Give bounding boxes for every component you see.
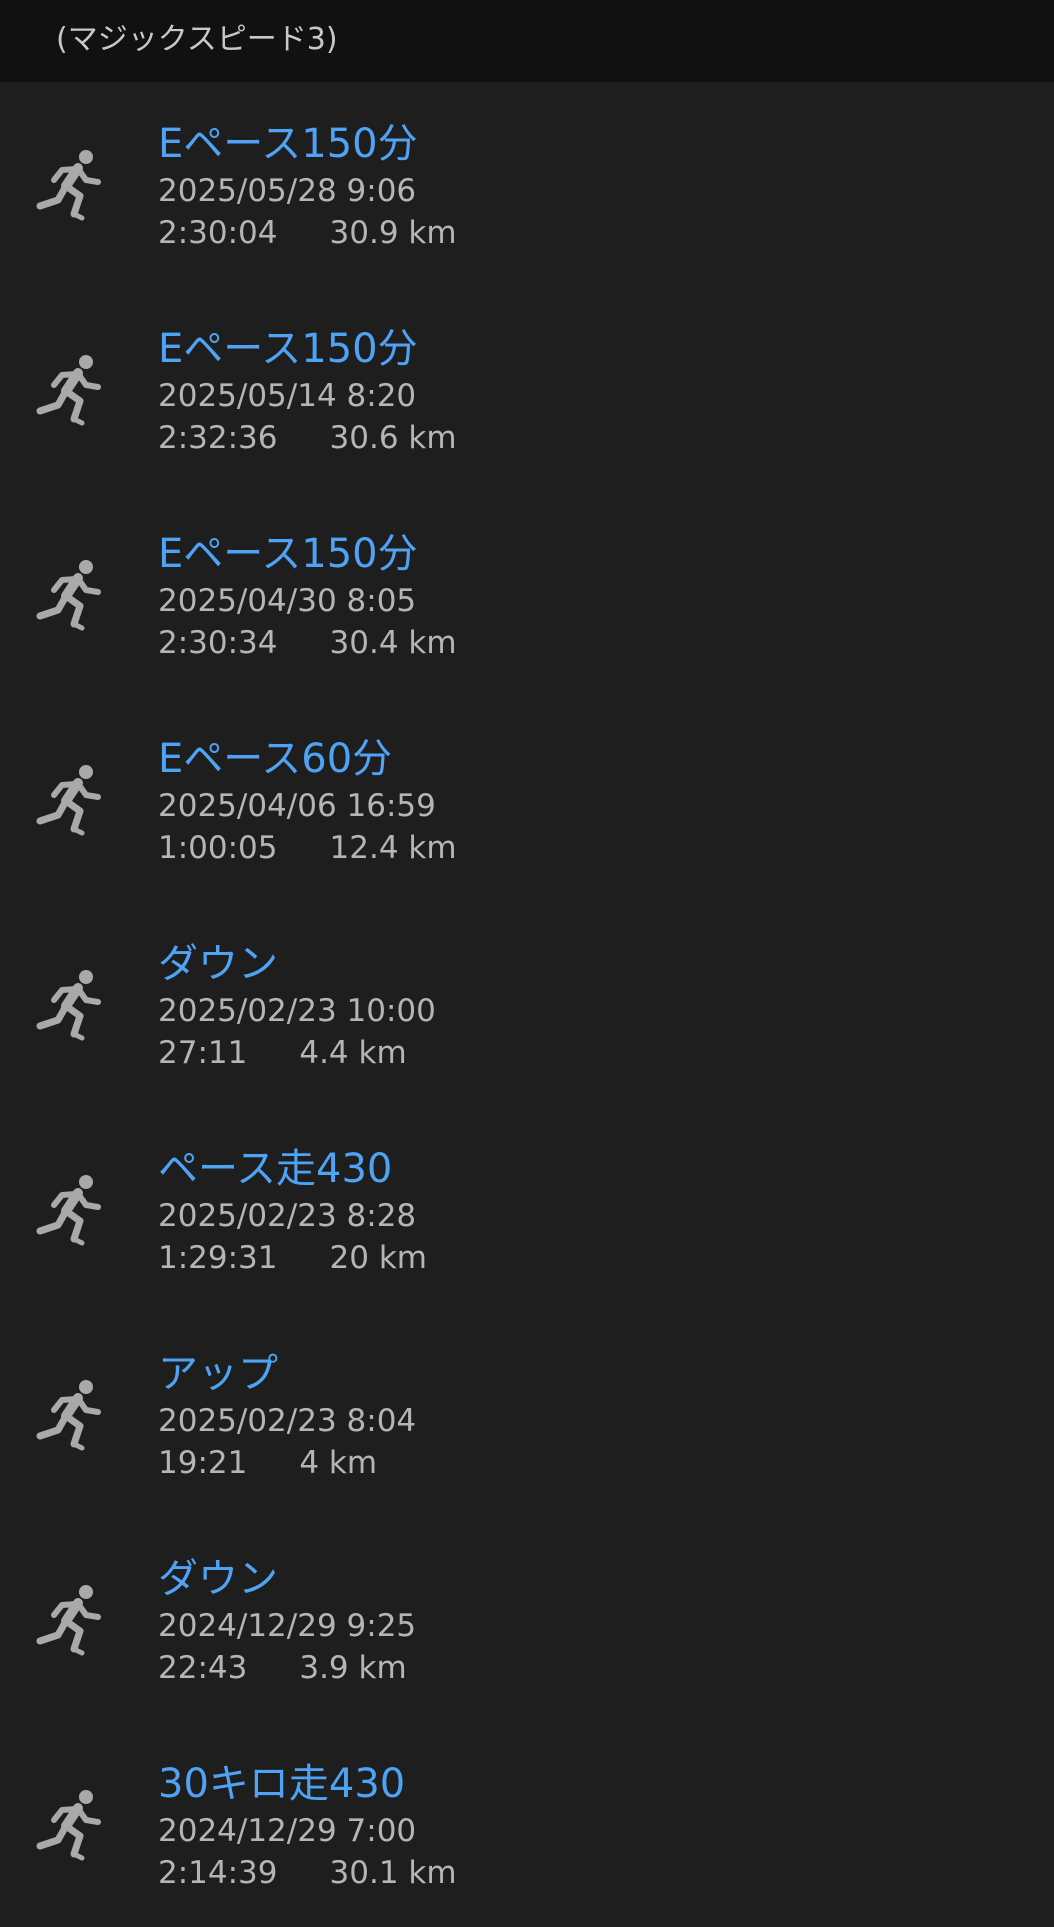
activity-title: Eペース150分	[158, 121, 418, 167]
running-person-icon	[36, 1788, 106, 1862]
activity-stats: 2:30:04 30.9 km	[158, 214, 457, 252]
activity-duration: 2:30:04	[158, 215, 278, 251]
activity-title: ダウン	[158, 941, 278, 987]
activity-date: 2025/05/14 8:20	[158, 378, 417, 414]
activity-title: Eペース150分	[158, 531, 418, 577]
running-person-icon	[36, 1583, 106, 1657]
activity-row[interactable]: アップ 2025/02/23 8:04 19:21 4 km	[0, 1312, 1054, 1517]
activity-distance: 4 km	[299, 1445, 378, 1481]
activity-distance: 30.6 km	[329, 420, 457, 456]
running-person-icon	[36, 968, 106, 1042]
activity-date: 2025/04/06 16:59	[158, 788, 436, 824]
activity-stats: 27:11 4.4 km	[158, 1034, 407, 1072]
running-person-icon	[36, 763, 106, 837]
activity-duration: 19:21	[158, 1445, 248, 1481]
activity-title: Eペース60分	[158, 736, 393, 782]
activity-date: 2025/02/23 10:00	[158, 993, 436, 1029]
running-person-icon	[36, 353, 106, 427]
activity-distance: 12.4 km	[329, 830, 457, 866]
activity-row[interactable]: Eペース150分 2025/05/28 9:06 2:30:04 30.9 km	[0, 82, 1054, 287]
activity-row[interactable]: 30キロ走430 2024/12/29 7:00 2:14:39 30.1 km	[0, 1722, 1054, 1927]
activity-title: ダウン	[158, 1556, 278, 1602]
running-person-icon	[36, 558, 106, 632]
activity-date: 2024/12/29 7:00	[158, 1813, 417, 1849]
activity-stats: 19:21 4 km	[158, 1444, 377, 1482]
activity-date: 2025/02/23 8:28	[158, 1198, 417, 1234]
activity-title: 30キロ走430	[158, 1761, 406, 1807]
activity-duration: 1:29:31	[158, 1240, 278, 1276]
running-person-icon	[36, 1378, 106, 1452]
activity-row[interactable]: Eペース60分 2025/04/06 16:59 1:00:05 12.4 km	[0, 697, 1054, 902]
activity-distance: 3.9 km	[299, 1650, 407, 1686]
running-person-icon	[36, 148, 106, 222]
header-title: (マジックスピード3)	[56, 22, 338, 57]
header-bar: (マジックスピード3)	[0, 0, 1054, 82]
activity-stats: 1:29:31 20 km	[158, 1239, 427, 1277]
activity-date: 2025/02/23 8:04	[158, 1403, 417, 1439]
activity-row[interactable]: Eペース150分 2025/04/30 8:05 2:30:34 30.4 km	[0, 492, 1054, 697]
activity-date: 2025/05/28 9:06	[158, 173, 417, 209]
activity-distance: 4.4 km	[299, 1035, 407, 1071]
activity-row[interactable]: Eペース150分 2025/05/14 8:20 2:32:36 30.6 km	[0, 287, 1054, 492]
activity-row[interactable]: ダウン 2024/12/29 9:25 22:43 3.9 km	[0, 1517, 1054, 1722]
activity-row[interactable]: ダウン 2025/02/23 10:00 27:11 4.4 km	[0, 902, 1054, 1107]
activity-stats: 1:00:05 12.4 km	[158, 829, 457, 867]
activity-title: Eペース150分	[158, 326, 418, 372]
activity-row[interactable]: ペース走430 2025/02/23 8:28 1:29:31 20 km	[0, 1107, 1054, 1312]
running-person-icon	[36, 1173, 106, 1247]
activity-duration: 1:00:05	[158, 830, 278, 866]
activity-distance: 20 km	[329, 1240, 427, 1276]
activity-title: アップ	[158, 1351, 278, 1397]
activity-stats: 22:43 3.9 km	[158, 1649, 407, 1687]
activity-duration: 2:30:34	[158, 625, 278, 661]
activity-date: 2024/12/29 9:25	[158, 1608, 417, 1644]
activity-duration: 2:32:36	[158, 420, 278, 456]
activity-stats: 2:32:36 30.6 km	[158, 419, 457, 457]
activity-distance: 30.9 km	[329, 215, 457, 251]
activity-distance: 30.1 km	[329, 1855, 457, 1891]
activity-duration: 27:11	[158, 1035, 248, 1071]
activity-stats: 2:30:34 30.4 km	[158, 624, 457, 662]
activity-duration: 2:14:39	[158, 1855, 278, 1891]
activity-duration: 22:43	[158, 1650, 248, 1686]
activity-stats: 2:14:39 30.1 km	[158, 1854, 457, 1892]
activity-title: ペース走430	[158, 1146, 393, 1192]
activity-list: Eペース150分 2025/05/28 9:06 2:30:04 30.9 km …	[0, 82, 1054, 1927]
activity-distance: 30.4 km	[329, 625, 457, 661]
activity-date: 2025/04/30 8:05	[158, 583, 417, 619]
